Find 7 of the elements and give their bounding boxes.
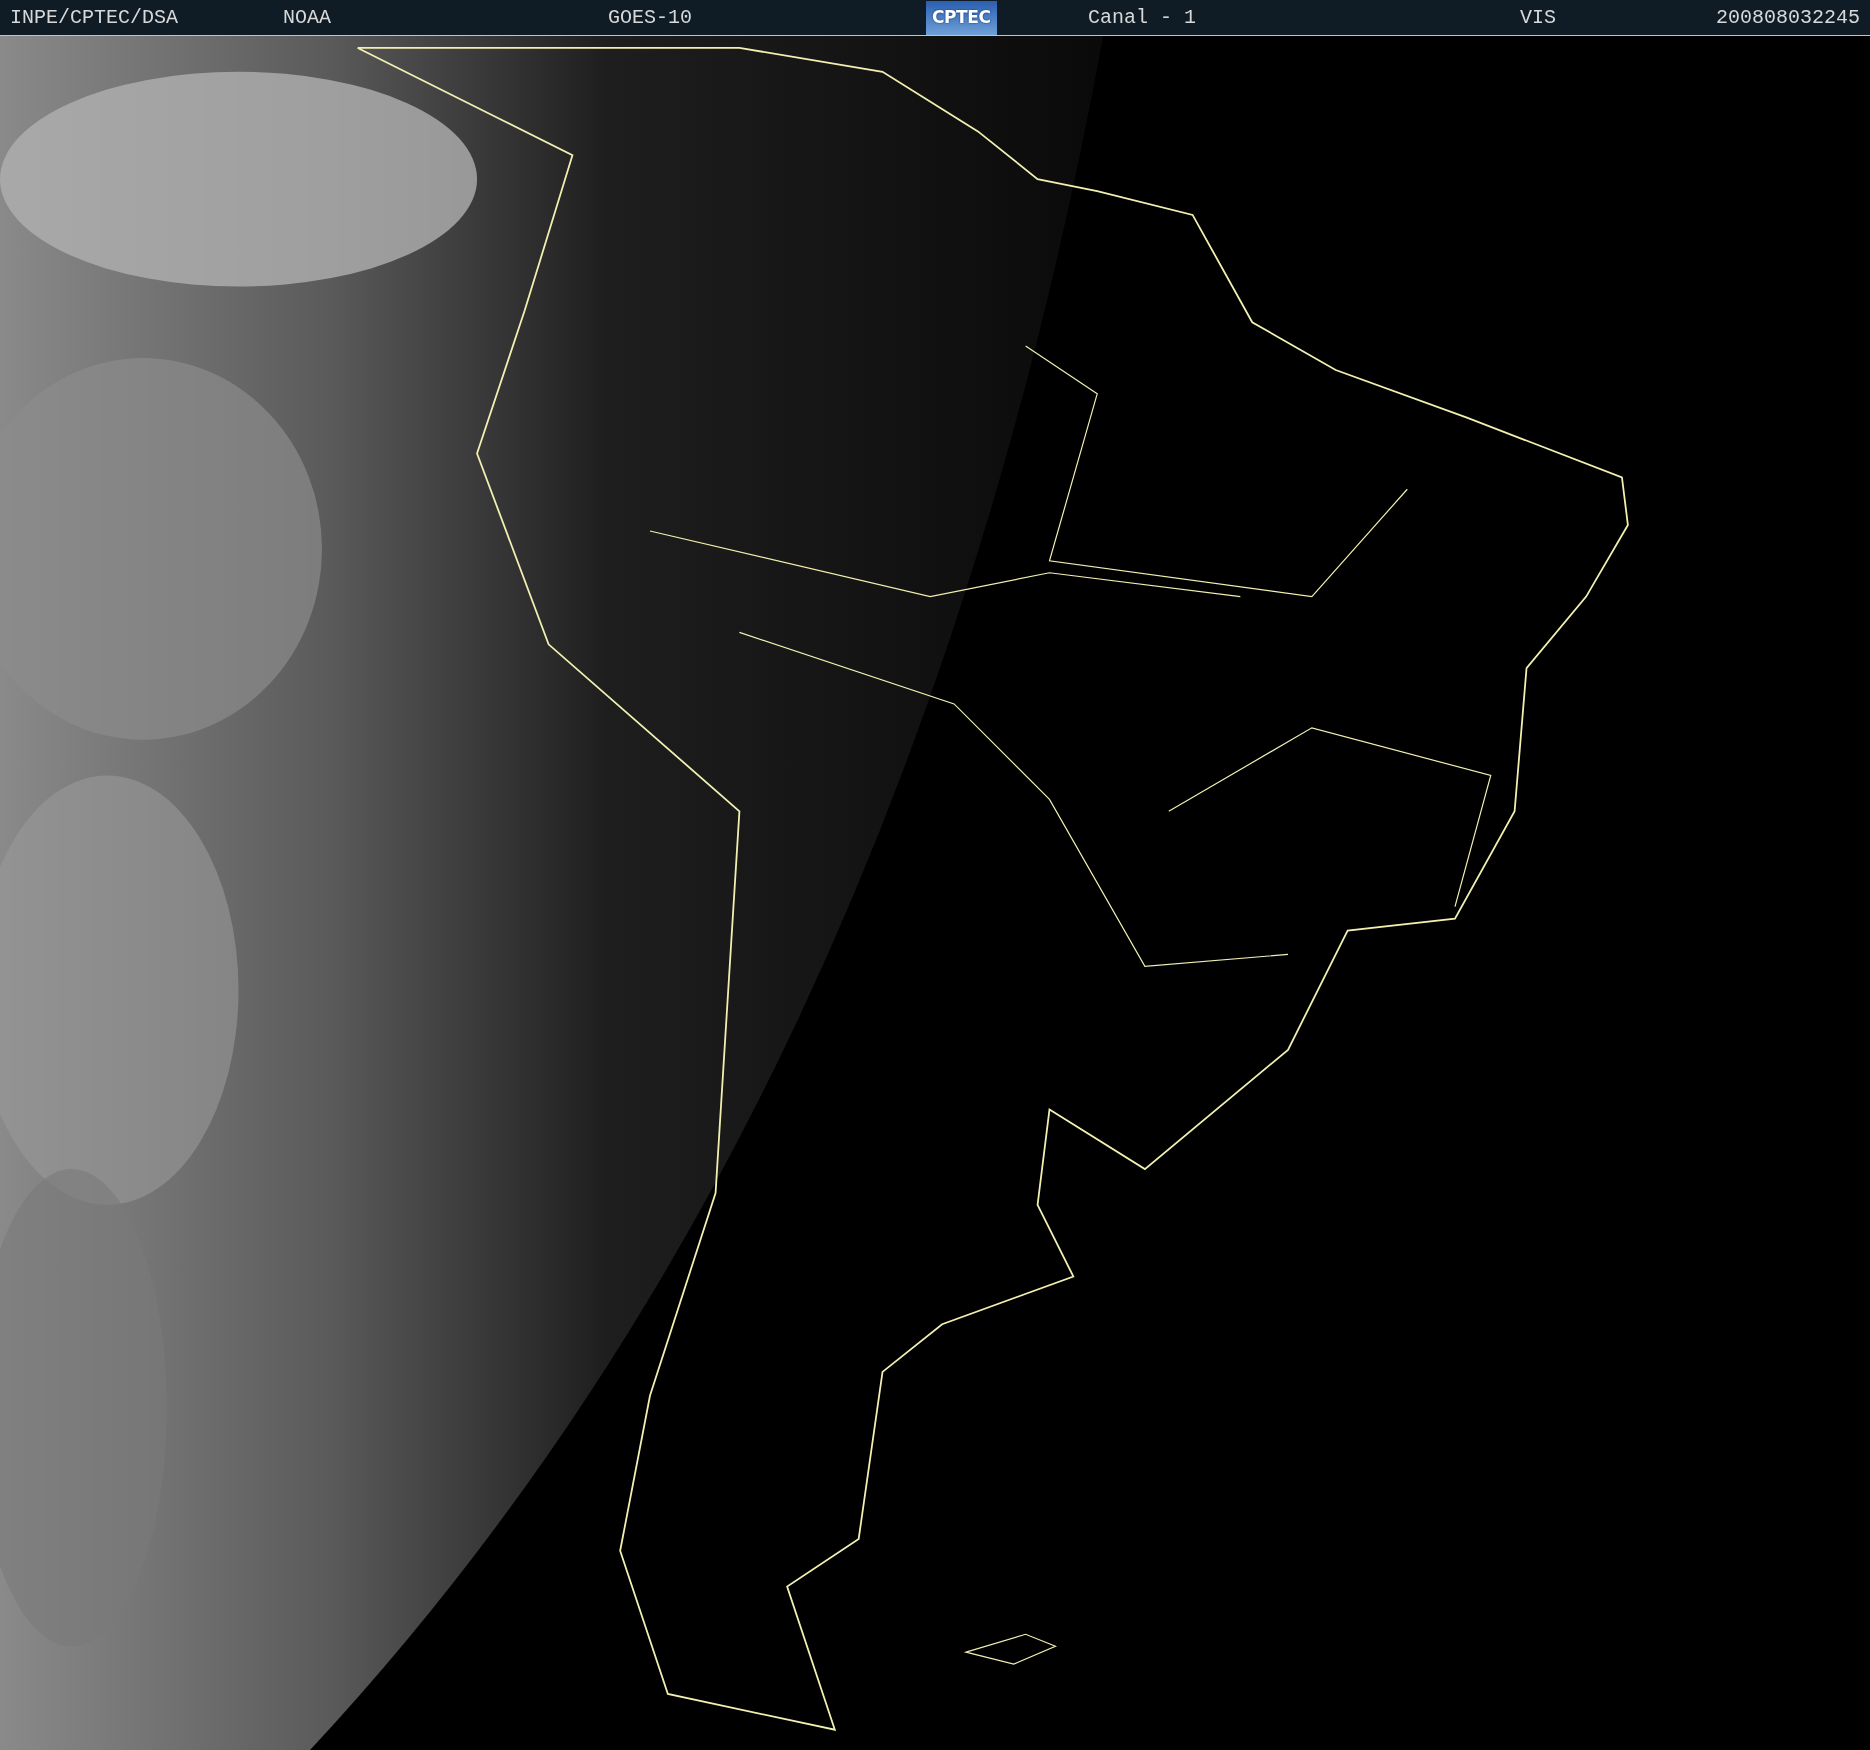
header-label: Canal - 1 [1088, 5, 1197, 29]
header-label: VIS [1520, 5, 1556, 29]
header-label: INPE/CPTEC/DSA [10, 5, 179, 29]
header-label: 200808032245 [1715, 5, 1860, 29]
header-label: GOES-10 [608, 5, 692, 29]
logo: CPTEC [926, 0, 997, 35]
header-label: NOAA [283, 5, 331, 29]
